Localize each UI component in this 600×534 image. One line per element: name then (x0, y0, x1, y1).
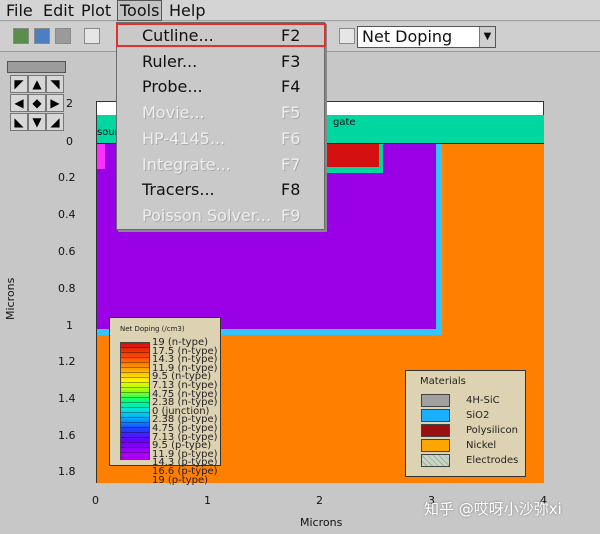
menu-edit[interactable]: Edit (41, 0, 76, 21)
menu-item-label: Movie... (142, 103, 205, 123)
source-contact-region (97, 143, 105, 169)
y-tick-label: 0.4 (58, 208, 76, 221)
menu-item-label: Integrate... (142, 154, 231, 174)
menu-item-shortcut: F5 (281, 103, 301, 123)
material-swatch (421, 439, 450, 452)
menu-item-label: Probe... (142, 77, 203, 97)
menu-plot[interactable]: Plot (79, 0, 113, 21)
material-row: Nickel (421, 439, 521, 453)
y-tick-label: 0.2 (58, 171, 76, 184)
material-row: Polysilicon (421, 424, 521, 438)
chevron-down-icon[interactable]: ▼ (479, 27, 495, 47)
material-label: Polysilicon (466, 425, 518, 436)
pan-up-icon[interactable]: ▲ (28, 75, 46, 93)
x-axis-title: Microns (300, 516, 343, 529)
materials-legend: Materials 4H-SiC SiO2 Polysilicon Nickel… (405, 370, 526, 477)
material-row: 4H-SiC (421, 394, 521, 408)
navigation-pad: ◤ ▲ ◥ ◀ ◆ ▶ ◣ ▼ ◢ (7, 61, 66, 134)
material-row: Electrodes (421, 454, 521, 468)
menu-bar: File Edit Plot Tools Help (0, 0, 600, 21)
material-swatch (421, 394, 450, 407)
x-tick-label: 0 (92, 494, 99, 507)
material-label: 4H-SiC (466, 395, 500, 406)
quantity-select-value: Net Doping (362, 27, 453, 46)
material-label: SiO2 (466, 410, 490, 421)
n-plus-region (319, 143, 379, 167)
database-icon[interactable] (55, 28, 71, 44)
doping-legend: Net Doping (/cm3) 19 (n-type) 17.5 (n-ty… (109, 317, 221, 485)
pan-up-left-icon[interactable]: ◤ (10, 75, 28, 93)
y-tick-label: 1.6 (58, 429, 76, 442)
refresh-icon[interactable] (13, 28, 29, 44)
material-swatch (421, 409, 450, 422)
pan-down-right-icon[interactable]: ◢ (46, 113, 64, 131)
tools-dropdown-menu: Cutline... F2 Ruler... F3 Probe... F4 Mo… (116, 22, 325, 230)
navigation-pad-header (7, 61, 66, 73)
doping-color-scale (120, 342, 150, 460)
menu-item-shortcut: F6 (281, 128, 301, 148)
y-tick-label: 1.2 (58, 355, 76, 368)
menu-item-label: Poisson Solver... (142, 205, 272, 225)
menu-item-ruler[interactable]: Ruler... F3 (117, 49, 324, 75)
reset-view-icon[interactable]: ◆ (28, 94, 46, 112)
menu-item-tracers[interactable]: Tracers... F8 (117, 177, 324, 203)
menu-item-label: Ruler... (142, 51, 198, 71)
doping-legend-label: 19 (p-type) (152, 474, 209, 486)
doping-legend-title: Net Doping (/cm3) (120, 325, 185, 333)
menu-item-shortcut: F7 (281, 154, 301, 174)
menu-tools[interactable]: Tools (117, 0, 163, 21)
menu-item-hp4145: HP-4145... F6 (117, 126, 324, 152)
material-label: Nickel (466, 440, 497, 451)
pan-down-icon[interactable]: ▼ (28, 113, 46, 131)
y-tick-label: 1.8 (58, 465, 76, 478)
y-tick-label: 0.6 (58, 245, 76, 258)
menu-help[interactable]: Help (167, 0, 207, 21)
material-swatch (421, 454, 450, 467)
y-tick-label: 0.8 (58, 282, 76, 295)
pan-left-icon[interactable]: ◀ (10, 94, 28, 112)
cutline-highlight-box (116, 23, 326, 47)
menu-item-shortcut: F3 (281, 51, 301, 71)
menu-item-shortcut: F4 (281, 77, 301, 97)
y-tick-label: 1.4 (58, 392, 76, 405)
quantity-select[interactable]: Net Doping ▼ (357, 26, 496, 48)
doping-legend-labels: 19 (n-type) 17.5 (n-type) 14.3 (n-type) … (152, 338, 218, 486)
menu-item-label: Tracers... (142, 180, 215, 200)
material-label: Electrodes (466, 455, 519, 466)
export-icon[interactable] (34, 28, 50, 44)
menu-item-shortcut: F8 (281, 180, 301, 200)
watermark: 知乎 @哎呀小沙弥xi (424, 500, 562, 518)
menu-item-poisson-solver: Poisson Solver... F9 (117, 203, 324, 229)
materials-legend-title: Materials (420, 376, 466, 387)
pan-down-left-icon[interactable]: ◣ (10, 113, 28, 131)
x-tick-label: 2 (316, 494, 323, 507)
pan-right-icon[interactable]: ▶ (46, 94, 64, 112)
y-tick-label: 2 (66, 97, 73, 110)
select-region-icon[interactable] (84, 28, 100, 44)
pan-up-right-icon[interactable]: ◥ (46, 75, 64, 93)
material-swatch (421, 424, 450, 437)
zoom-icon[interactable] (339, 28, 355, 44)
menu-item-movie: Movie... F5 (117, 100, 324, 126)
y-tick-label: 0 (66, 135, 73, 148)
menu-item-label: HP-4145... (142, 128, 226, 148)
y-axis-title: Microns (4, 277, 17, 320)
y-tick-label: 1 (66, 319, 73, 332)
x-tick-label: 1 (204, 494, 211, 507)
menu-file[interactable]: File (4, 0, 35, 21)
menu-item-shortcut: F9 (281, 205, 301, 225)
menu-item-probe[interactable]: Probe... F4 (117, 74, 324, 100)
gate-label: gate (333, 117, 356, 128)
menu-item-integrate: Integrate... F7 (117, 152, 324, 178)
material-row: SiO2 (421, 409, 521, 423)
